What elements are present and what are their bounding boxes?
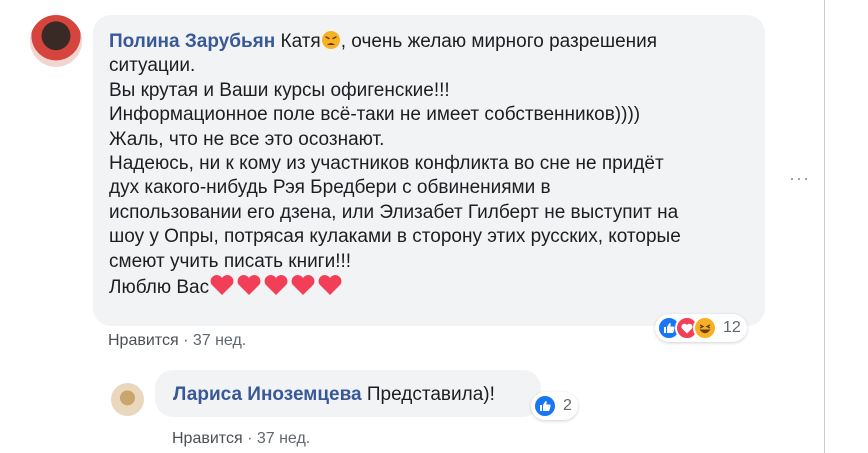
- reply-actions: Нравится · 37 нед.: [172, 430, 310, 448]
- comment-line: шоу у Опры, потрясая кулаками в сторону …: [109, 226, 681, 248]
- reply-author[interactable]: Лариса Иноземцева: [173, 384, 362, 405]
- reply-reaction-summary[interactable]: 2: [531, 392, 578, 420]
- comment-line: Надеюсь, ни к кому из участников конфлик…: [109, 153, 664, 175]
- comment-line: Информационное поле всё-таки не имеет со…: [109, 104, 641, 126]
- heart-icon: [318, 275, 342, 296]
- reaction-summary[interactable]: 12: [655, 314, 747, 342]
- like-icon: [533, 394, 557, 418]
- comment-actions: Нравится · 37 нед.: [108, 332, 246, 350]
- meta-separator: ·: [247, 430, 253, 447]
- comment-body: Полина Зарубьян Катя , очень желаю мирног…: [109, 30, 681, 303]
- reply-text: Представила)!: [366, 384, 495, 405]
- like-button[interactable]: Нравится: [108, 332, 179, 349]
- heart-icon: [210, 275, 234, 296]
- comment-line: использовании его дзена, или Элизабет Ги…: [109, 201, 679, 223]
- reply-avatar[interactable]: [111, 383, 144, 416]
- comment-line: Люблю Вас: [109, 277, 210, 299]
- comment-line: Жаль, что не все это осознают.: [109, 128, 385, 150]
- reply-body: Лариса Иноземцева Представила)!: [173, 383, 495, 407]
- comment-line: смеют учить писать книги!!!: [109, 250, 352, 272]
- reaction-count: 2: [563, 397, 572, 414]
- comment-line: дух какого-нибудь Рэя Бредбери с обвинен…: [109, 177, 551, 199]
- comment-timestamp[interactable]: 37 нед.: [193, 332, 246, 349]
- hearts-emoji-group: [209, 274, 344, 303]
- more-options-icon[interactable]: ···: [789, 168, 810, 189]
- meta-separator: ·: [183, 332, 189, 349]
- heart-icon: [291, 275, 315, 296]
- comment-line: , очень желаю мирного разрешения: [340, 31, 658, 52]
- comment-author[interactable]: Полина Зарубьян: [109, 31, 275, 52]
- weary-face-emoji-icon: [321, 31, 341, 52]
- comment-line: ситуации.: [109, 55, 196, 77]
- haha-icon: [693, 316, 717, 340]
- scrollbar-track: [824, 0, 825, 453]
- avatar[interactable]: [30, 15, 82, 67]
- heart-icon: [264, 275, 288, 296]
- comment-line: Катя: [280, 31, 321, 52]
- comment-line: Вы крутая и Ваши курсы офигенские!!!: [109, 79, 450, 101]
- like-button[interactable]: Нравится: [172, 430, 243, 447]
- reaction-count: 12: [723, 319, 741, 336]
- heart-icon: [237, 275, 261, 296]
- reply-timestamp[interactable]: 37 нед.: [257, 430, 310, 447]
